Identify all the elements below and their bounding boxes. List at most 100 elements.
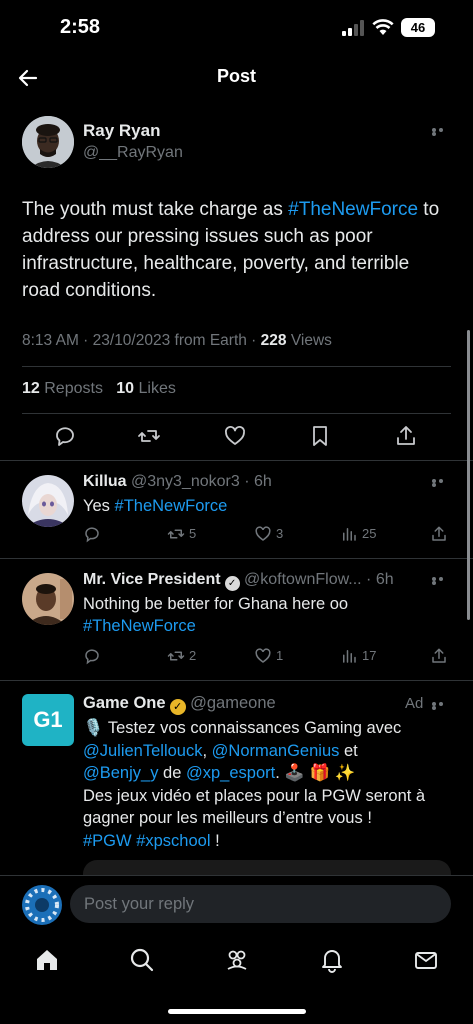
ad-text-separator: et bbox=[339, 741, 358, 760]
reply-views-button[interactable]: 17 bbox=[340, 646, 376, 666]
ad-text-separator: de bbox=[158, 764, 186, 782]
likes-count: 10 bbox=[116, 380, 135, 397]
main-post-timestamp: 8:13 AM · 23/10/2023 from Earth · bbox=[22, 332, 261, 349]
divider bbox=[22, 366, 451, 367]
reply-icon[interactable] bbox=[53, 424, 77, 448]
reply-share-button[interactable] bbox=[430, 646, 452, 666]
reply-avatar[interactable] bbox=[22, 573, 74, 625]
notifications-icon[interactable] bbox=[319, 947, 345, 973]
ad-text-line: Des jeux vidéo et places pour la PGW ser… bbox=[83, 786, 426, 828]
page-title: Post bbox=[216, 66, 256, 86]
reply-more-icon[interactable] bbox=[432, 479, 452, 487]
post-thread[interactable]: Ray Ryan @__RayRyan The youth must take … bbox=[0, 100, 473, 875]
reply-views-button[interactable]: 25 bbox=[340, 524, 376, 544]
repost-icon[interactable] bbox=[137, 424, 161, 448]
ad-hashtag[interactable]: #PGW bbox=[83, 832, 132, 850]
reply-author[interactable]: Mr. Vice President ✓ @koftownFlow... · 6h bbox=[83, 571, 394, 591]
reply-author-name: Killua bbox=[83, 473, 127, 490]
ad-mention[interactable]: @xp_esport bbox=[186, 764, 275, 782]
reposts-count: 12 bbox=[22, 380, 40, 397]
reply-repost-button[interactable]: 5 bbox=[167, 524, 196, 544]
reply-avatar[interactable] bbox=[22, 475, 74, 527]
ad-logo[interactable]: G1 bbox=[22, 694, 74, 746]
home-icon[interactable] bbox=[34, 947, 60, 973]
reply-item[interactable]: Mr. Vice President ✓ @koftownFlow... · 6h… bbox=[0, 559, 473, 680]
communities-icon[interactable] bbox=[224, 947, 250, 973]
main-post-text: The youth must take charge as #TheNewFor… bbox=[22, 196, 452, 304]
ad-author[interactable]: Game One ✓ @gameone bbox=[83, 694, 276, 715]
main-post-text-start: The youth must take charge as bbox=[22, 199, 289, 220]
reply-author-handle: @koftownFlow... · 6h bbox=[239, 571, 394, 588]
ad-author-name: Game One bbox=[83, 694, 166, 712]
reply-repost-count: 5 bbox=[189, 526, 197, 541]
reply-like-count: 3 bbox=[276, 526, 284, 541]
divider bbox=[22, 413, 451, 414]
ad-author-handle: @gameone bbox=[185, 694, 276, 712]
ad-text-line: 🎙️ Testez vos connaissances Gaming avec bbox=[83, 719, 402, 737]
reply-hashtag[interactable]: #TheNewForce bbox=[115, 497, 228, 515]
signal-icon bbox=[342, 20, 364, 36]
main-post-views-label: Views bbox=[286, 332, 332, 349]
home-indicator bbox=[168, 1009, 306, 1014]
verified-badge-icon: ✓ bbox=[224, 576, 240, 591]
reply-text-body: Yes bbox=[83, 497, 115, 515]
ad-mention[interactable]: @NormanGenius bbox=[212, 742, 340, 760]
main-post-author-name[interactable]: Ray Ryan bbox=[83, 121, 160, 141]
ad-mention[interactable]: @Benjy_y bbox=[83, 764, 158, 782]
nav-header: Post bbox=[0, 56, 473, 100]
ad-text-separator: , bbox=[202, 741, 212, 760]
main-post-meta: 8:13 AM · 23/10/2023 from Earth · 228 Vi… bbox=[22, 332, 332, 350]
main-post-hashtag[interactable]: #TheNewForce bbox=[288, 199, 418, 220]
reposts-label: Reposts bbox=[39, 380, 103, 397]
main-post-actions bbox=[0, 422, 473, 452]
ad-mention[interactable]: @JulienTellouck bbox=[83, 742, 202, 760]
reply-author-handle: @3ny3_nokor3 · 6h bbox=[126, 473, 272, 490]
reply-more-icon[interactable] bbox=[432, 577, 452, 585]
reply-views-count: 17 bbox=[362, 648, 377, 663]
bottom-tab-bar bbox=[0, 931, 473, 1024]
reply-views-count: 25 bbox=[362, 526, 377, 541]
messages-icon[interactable] bbox=[413, 947, 439, 973]
main-post-stats[interactable]: 12 Reposts 10 Likes bbox=[22, 380, 176, 398]
reply-item[interactable]: Killua @3ny3_nokor3 · 6h Yes #TheNewForc… bbox=[0, 461, 473, 558]
bookmark-icon[interactable] bbox=[308, 424, 332, 448]
reply-author[interactable]: Killua @3ny3_nokor3 · 6h bbox=[83, 473, 272, 491]
reply-like-button[interactable]: 3 bbox=[254, 524, 283, 544]
user-avatar[interactable] bbox=[22, 885, 62, 925]
ad-logo-text: G1 bbox=[33, 707, 63, 732]
ad-text-end: ! bbox=[210, 831, 220, 850]
status-bar: 2:58 46 bbox=[0, 0, 473, 56]
main-post-author-handle[interactable]: @__RayRyan bbox=[83, 144, 183, 162]
reply-share-button[interactable] bbox=[430, 524, 452, 544]
ad-emoji: . 🕹️ 🎁 ✨ bbox=[275, 764, 356, 782]
verified-gold-badge-icon: ✓ bbox=[169, 699, 186, 715]
reply-text: Nothing be better for Ghana here oo #TheN… bbox=[83, 593, 453, 637]
reply-like-button[interactable]: 1 bbox=[254, 646, 283, 666]
search-icon[interactable] bbox=[129, 947, 155, 973]
main-post-avatar[interactable] bbox=[22, 116, 74, 168]
main-post-more-icon[interactable] bbox=[432, 128, 452, 136]
reply-composer bbox=[0, 875, 473, 931]
ad-badge: Ad bbox=[405, 695, 424, 712]
ad-text: 🎙️ Testez vos connaissances Gaming avec … bbox=[83, 717, 453, 852]
main-post-views-count: 228 bbox=[260, 332, 287, 349]
ad-hashtag[interactable]: #xpschool bbox=[136, 832, 210, 850]
wifi-icon bbox=[372, 19, 394, 35]
share-icon[interactable] bbox=[394, 424, 418, 448]
battery-icon: 46 bbox=[401, 18, 435, 37]
reply-text: Yes #TheNewForce bbox=[83, 495, 453, 517]
like-icon[interactable] bbox=[223, 424, 247, 448]
reply-input[interactable] bbox=[70, 885, 451, 923]
scrollbar[interactable] bbox=[467, 330, 470, 620]
reply-reply-button[interactable] bbox=[83, 646, 105, 666]
reply-repost-count: 2 bbox=[189, 648, 197, 663]
reply-hashtag[interactable]: #TheNewForce bbox=[83, 617, 196, 635]
reply-text-body: Nothing be better for Ghana here oo bbox=[83, 595, 349, 613]
reply-repost-button[interactable]: 2 bbox=[167, 646, 196, 666]
reply-reply-button[interactable] bbox=[83, 524, 105, 544]
ad-media-card[interactable] bbox=[83, 860, 451, 875]
reply-like-count: 1 bbox=[276, 648, 284, 663]
divider bbox=[0, 680, 473, 681]
ad-more-icon[interactable] bbox=[432, 702, 452, 710]
likes-label: Likes bbox=[134, 380, 176, 397]
